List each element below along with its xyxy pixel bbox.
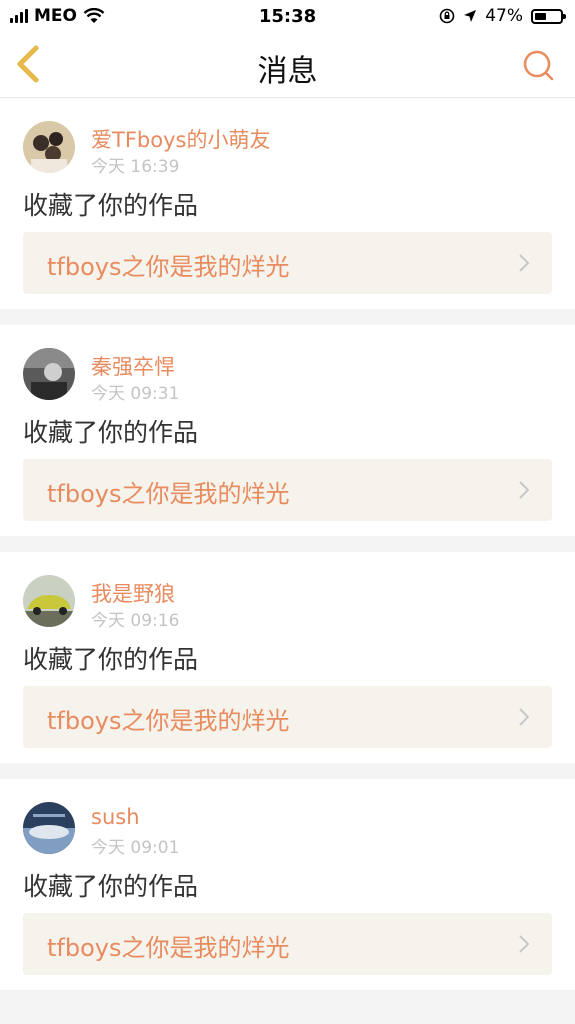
message-item: sush 今天 09:01 收藏了你的作品 tfboys之你是我的烊光	[0, 779, 575, 990]
avatar[interactable]	[23, 121, 75, 173]
avatar[interactable]	[23, 575, 75, 627]
avatar[interactable]	[23, 348, 75, 400]
timestamp: 今天 09:31	[91, 384, 180, 404]
chevron-right-icon	[519, 481, 530, 499]
chevron-right-icon	[519, 935, 530, 953]
work-title: tfboys之你是我的烊光	[47, 253, 290, 281]
location-icon	[464, 10, 477, 22]
action-text: 收藏了你的作品	[23, 418, 199, 447]
username[interactable]: sush	[91, 805, 140, 829]
status-bar: MEO 15:38 47%	[0, 0, 575, 34]
work-title: tfboys之你是我的烊光	[47, 480, 290, 508]
username[interactable]: 秦强卒悍	[91, 351, 175, 381]
battery-percent: 47%	[485, 6, 523, 26]
action-text: 收藏了你的作品	[23, 645, 199, 674]
work-link[interactable]: tfboys之你是我的烊光	[23, 686, 552, 748]
timestamp: 今天 09:01	[91, 838, 180, 858]
page-title: 消息	[257, 54, 318, 89]
message-list: 爱TFboys的小萌友 今天 16:39 收藏了你的作品 tfboys之你是我的…	[0, 98, 575, 1006]
avatar[interactable]	[23, 802, 75, 854]
message-item: 秦强卒悍 今天 09:31 收藏了你的作品 tfboys之你是我的烊光	[0, 325, 575, 536]
status-indicators: 47%	[439, 6, 566, 26]
timestamp: 今天 09:16	[91, 611, 180, 631]
username[interactable]: 我是野狼	[91, 578, 175, 608]
message-item: 爱TFboys的小萌友 今天 16:39 收藏了你的作品 tfboys之你是我的…	[0, 98, 575, 309]
work-link[interactable]: tfboys之你是我的烊光	[23, 913, 552, 975]
chevron-right-icon	[519, 254, 530, 272]
work-title: tfboys之你是我的烊光	[47, 707, 290, 735]
timestamp: 今天 16:39	[91, 157, 180, 177]
message-item: 我是野狼 今天 09:16 收藏了你的作品 tfboys之你是我的烊光	[0, 552, 575, 763]
rotation-lock-icon	[439, 8, 455, 24]
work-link[interactable]: tfboys之你是我的烊光	[23, 459, 552, 521]
work-link[interactable]: tfboys之你是我的烊光	[23, 232, 552, 294]
work-title: tfboys之你是我的烊光	[47, 934, 290, 962]
battery-icon	[531, 8, 566, 24]
username[interactable]: 爱TFboys的小萌友	[91, 124, 270, 154]
chevron-right-icon	[519, 708, 530, 726]
navigation-bar: 消息	[0, 34, 575, 98]
action-text: 收藏了你的作品	[23, 872, 199, 901]
search-icon[interactable]	[521, 48, 555, 82]
action-text: 收藏了你的作品	[23, 191, 199, 220]
